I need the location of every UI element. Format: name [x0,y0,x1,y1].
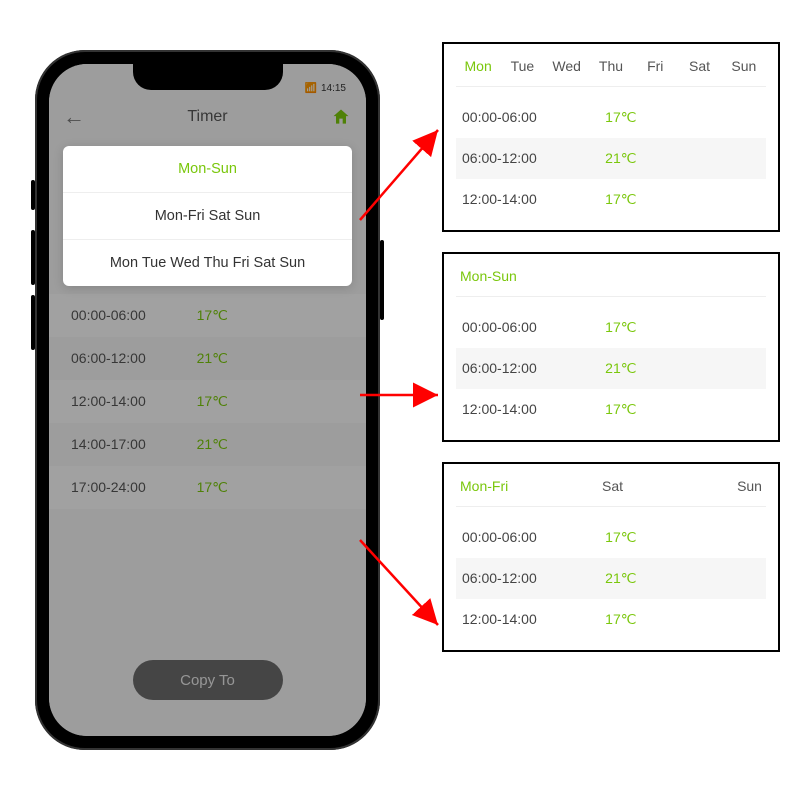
preview-panel-individual-days: Mon Tue Wed Thu Fri Sat Sun 00:00-06:00 … [442,42,780,232]
tab-mon-fri[interactable]: Mon-Fri [456,478,561,494]
phone-screen: 📶 14:15 ← Timer Mon-Sun Mon-Fri Sat Sun … [49,64,366,736]
schedule-time: 17:00-24:00 [71,479,197,496]
copy-to-button[interactable]: Copy To [133,660,283,700]
schedule-list: 00:00-06:00 17℃ 06:00-12:00 21℃ 12:00-14… [49,294,366,509]
schedule-row[interactable]: 12:00-14:00 17℃ [49,380,366,423]
preview-panel-mon-sun: Mon-Sun 00:00-06:00 17℃ 06:00-12:00 21℃ … [442,252,780,442]
preview-temp: 21℃ [587,570,636,587]
schedule-row[interactable]: 17:00-24:00 17℃ [49,466,366,509]
tab-sat[interactable]: Sat [677,58,721,74]
phone-side-button [31,230,35,285]
preview-time: 06:00-12:00 [462,150,587,167]
home-icon[interactable] [330,106,352,128]
preview-time: 12:00-14:00 [462,401,587,418]
wifi-icon: 📶 [305,83,317,94]
schedule-temp: 17℃ [197,393,279,410]
preview-row[interactable]: 12:00-14:00 17℃ [456,389,766,430]
app-header: ← Timer [49,96,366,138]
page-title: Timer [85,108,330,126]
preview-temp: 17℃ [587,191,636,208]
day-tabs: Mon-Sun [456,268,766,297]
preview-rows: 00:00-06:00 17℃ 06:00-12:00 21℃ 12:00-14… [456,307,766,430]
day-tabs: Mon-Fri Sat Sun [456,478,766,507]
tab-sat[interactable]: Sat [561,478,663,494]
tab-fri[interactable]: Fri [633,58,677,74]
popup-option-individual-days[interactable]: Mon Tue Wed Thu Fri Sat Sun [63,240,352,286]
back-icon[interactable]: ← [63,104,85,130]
preview-time: 00:00-06:00 [462,109,587,126]
preview-rows: 00:00-06:00 17℃ 06:00-12:00 21℃ 12:00-14… [456,517,766,640]
popup-option-monfri-sat-sun[interactable]: Mon-Fri Sat Sun [63,193,352,240]
tab-sun[interactable]: Sun [722,58,766,74]
preview-row[interactable]: 00:00-06:00 17℃ [456,517,766,558]
schedule-row[interactable]: 06:00-12:00 21℃ [49,337,366,380]
preview-row[interactable]: 00:00-06:00 17℃ [456,97,766,138]
preview-temp: 17℃ [587,109,636,126]
preview-time: 06:00-12:00 [462,570,587,587]
preview-row[interactable]: 06:00-12:00 21℃ [456,348,766,389]
phone-side-button [31,180,35,210]
schedule-time: 00:00-06:00 [71,307,197,324]
tab-mon-sun[interactable]: Mon-Sun [456,268,517,284]
tab-mon[interactable]: Mon [456,58,500,74]
schedule-time: 12:00-14:00 [71,393,197,410]
preview-row[interactable]: 00:00-06:00 17℃ [456,307,766,348]
schedule-row[interactable]: 14:00-17:00 21℃ [49,423,366,466]
schedule-time: 06:00-12:00 [71,350,197,367]
phone-side-button [380,240,384,320]
phone-notch [133,64,283,90]
preview-temp: 17℃ [587,611,636,628]
tab-sun[interactable]: Sun [664,478,766,494]
schedule-time: 14:00-17:00 [71,436,197,453]
schedule-row[interactable]: 00:00-06:00 17℃ [49,294,366,337]
schedule-temp: 17℃ [197,479,279,496]
preview-row[interactable]: 12:00-14:00 17℃ [456,179,766,220]
preview-temp: 21℃ [587,360,636,377]
schedule-temp: 21℃ [197,350,279,367]
preview-temp: 17℃ [587,529,636,546]
preview-time: 12:00-14:00 [462,191,587,208]
clock-time: 14:15 [321,83,346,94]
tab-wed[interactable]: Wed [545,58,589,74]
phone-side-button [31,295,35,350]
tab-tue[interactable]: Tue [500,58,544,74]
preview-temp: 17℃ [587,319,636,336]
preview-row[interactable]: 06:00-12:00 21℃ [456,558,766,599]
preview-temp: 21℃ [587,150,636,167]
preview-panel-monfri-sat-sun: Mon-Fri Sat Sun 00:00-06:00 17℃ 06:00-12… [442,462,780,652]
popup-option-mon-sun[interactable]: Mon-Sun [63,146,352,193]
phone-device-frame: 📶 14:15 ← Timer Mon-Sun Mon-Fri Sat Sun … [35,50,380,750]
preview-time: 00:00-06:00 [462,319,587,336]
schedule-temp: 17℃ [197,307,279,324]
schedule-mode-popup: Mon-Sun Mon-Fri Sat Sun Mon Tue Wed Thu … [63,146,352,286]
preview-time: 06:00-12:00 [462,360,587,377]
preview-time: 00:00-06:00 [462,529,587,546]
preview-time: 12:00-14:00 [462,611,587,628]
preview-temp: 17℃ [587,401,636,418]
preview-row[interactable]: 12:00-14:00 17℃ [456,599,766,640]
schedule-temp: 21℃ [197,436,279,453]
preview-panels: Mon Tue Wed Thu Fri Sat Sun 00:00-06:00 … [442,42,780,652]
day-tabs: Mon Tue Wed Thu Fri Sat Sun [456,58,766,87]
preview-row[interactable]: 06:00-12:00 21℃ [456,138,766,179]
tab-thu[interactable]: Thu [589,58,633,74]
preview-rows: 00:00-06:00 17℃ 06:00-12:00 21℃ 12:00-14… [456,97,766,220]
